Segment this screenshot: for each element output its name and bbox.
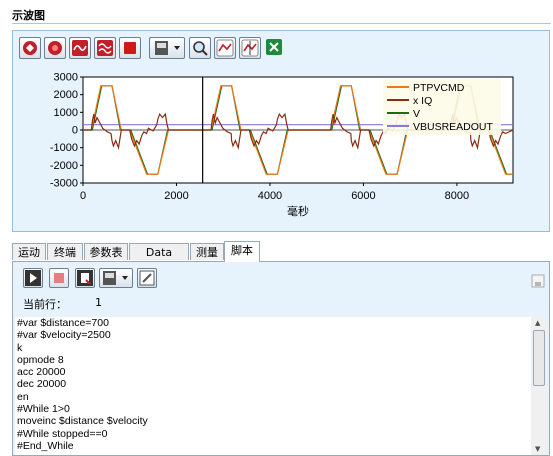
stop-script-button[interactable] — [49, 268, 69, 288]
legend-label: PTPVCMD — [413, 82, 465, 94]
script-line[interactable]: #var $distance=700 — [15, 317, 531, 329]
legend-label: x IQ — [413, 95, 432, 107]
measure-trace-icon — [241, 39, 259, 57]
scope-title: 示波图 — [12, 9, 45, 22]
legend: PTPVCMDx IQVVBUSREADOUT — [383, 79, 501, 135]
continuous-wave-button[interactable] — [94, 37, 116, 59]
open-script-button[interactable] — [75, 268, 95, 288]
stop-button[interactable] — [119, 37, 141, 59]
script-line[interactable]: k — [15, 342, 531, 354]
zoom-icon — [193, 41, 208, 56]
y-tick-label: -3000 — [50, 178, 78, 190]
y-tick-label: 1000 — [54, 107, 78, 119]
zoom-button[interactable] — [189, 37, 211, 59]
scroll-up-icon[interactable]: ▲ — [535, 319, 540, 327]
script-line[interactable]: opmode 8 — [15, 354, 531, 366]
script-line[interactable]: dec 20000 — [15, 378, 531, 390]
script-editor[interactable]: #var $distance=700 #var $velocity=2500 k op… — [15, 317, 531, 455]
scope-panel: 3000 2000 1000 0 -1000 -2000 -3000 0 2000 4000 600… — [12, 30, 550, 232]
script-panel: 当前行： 1 #var $distance=700 #var $velocity=… — [12, 261, 550, 456]
x-tick-label: 4000 — [258, 190, 282, 202]
bottom-tabs: 运动 终端 参数表 Data Table 测量 脚本 — [12, 241, 550, 276]
stop-script-icon — [54, 273, 64, 283]
tab-measure[interactable]: 测量 — [190, 243, 224, 260]
tab-script[interactable]: 脚本 — [224, 241, 260, 262]
tab-motion[interactable]: 运动 — [12, 243, 46, 260]
measure-trace-button[interactable] — [239, 37, 261, 59]
cursor-trace-icon — [216, 39, 234, 57]
save-script-dropdown[interactable] — [99, 268, 133, 288]
script-line[interactable]: en — [15, 391, 531, 403]
run-script-button[interactable] — [23, 268, 43, 288]
script-line[interactable]: #While stopped==0 — [15, 428, 531, 440]
oscilloscope-chart[interactable]: 3000200010000-1000-2000-30000 2000 4000 600… — [13, 67, 549, 231]
run-script-icon — [25, 270, 41, 286]
current-line-value: 1 — [95, 296, 102, 309]
start-capture-button[interactable] — [19, 37, 41, 59]
edit-script-icon — [139, 270, 155, 286]
stop-square-icon — [124, 42, 136, 54]
current-line-label: 当前行： — [23, 298, 67, 311]
x-tick-label: 2000 — [164, 190, 188, 202]
legend-label: V — [413, 108, 420, 120]
stop-capture-button[interactable] — [44, 37, 66, 59]
x-tick-label: 8000 — [445, 190, 469, 202]
scroll-down-icon[interactable]: ▼ — [535, 445, 540, 453]
save-icon — [155, 41, 180, 55]
x-tick-label: 6000 — [351, 190, 375, 202]
y-tick-label: 3000 — [54, 72, 78, 84]
y-tick-label: -1000 — [50, 142, 78, 154]
save-dropdown[interactable] — [149, 37, 185, 59]
script-line[interactable]: moveinc $distance $velocity — [15, 415, 531, 427]
y-tick-label: 2000 — [54, 89, 78, 101]
start-capture-icon — [23, 41, 37, 55]
scrollbar-thumb[interactable] — [533, 330, 545, 386]
script-line[interactable]: #End_While — [15, 440, 531, 452]
tab-data-table[interactable]: Data Table — [129, 243, 189, 276]
y-tick-label: -2000 — [50, 160, 78, 172]
scope-header: 示波图 — [0, 0, 553, 24]
save-script-icon — [103, 271, 128, 285]
chevron-down-icon — [174, 46, 180, 50]
export-excel-icon — [266, 39, 282, 55]
script-line[interactable]: #While 1>0 — [15, 403, 531, 415]
y-tick-label: 0 — [72, 125, 78, 137]
waveform-icon — [72, 40, 88, 56]
open-script-icon — [77, 270, 93, 286]
cursor-trace-button[interactable] — [214, 37, 236, 59]
tab-parameters[interactable]: 参数表 — [84, 243, 128, 260]
panel-options-icon[interactable] — [531, 274, 545, 288]
edit-script-button[interactable] — [137, 268, 157, 288]
x-tick-label: 0 — [80, 190, 86, 202]
x-axis-label: 毫秒 — [287, 204, 309, 218]
script-line[interactable]: acc 20000 — [15, 366, 531, 378]
export-excel-button[interactable] — [264, 37, 286, 59]
continuous-wave-icon — [97, 40, 113, 56]
tab-terminal[interactable]: 终端 — [47, 243, 83, 260]
stop-capture-icon — [48, 41, 62, 55]
legend-label: VBUSREADOUT — [413, 121, 494, 133]
script-line[interactable]: #var $velocity=2500 — [15, 329, 531, 341]
waveform-button[interactable] — [69, 37, 91, 59]
editor-scrollbar[interactable]: ▲ ▼ — [531, 317, 548, 455]
header-divider — [12, 23, 551, 24]
